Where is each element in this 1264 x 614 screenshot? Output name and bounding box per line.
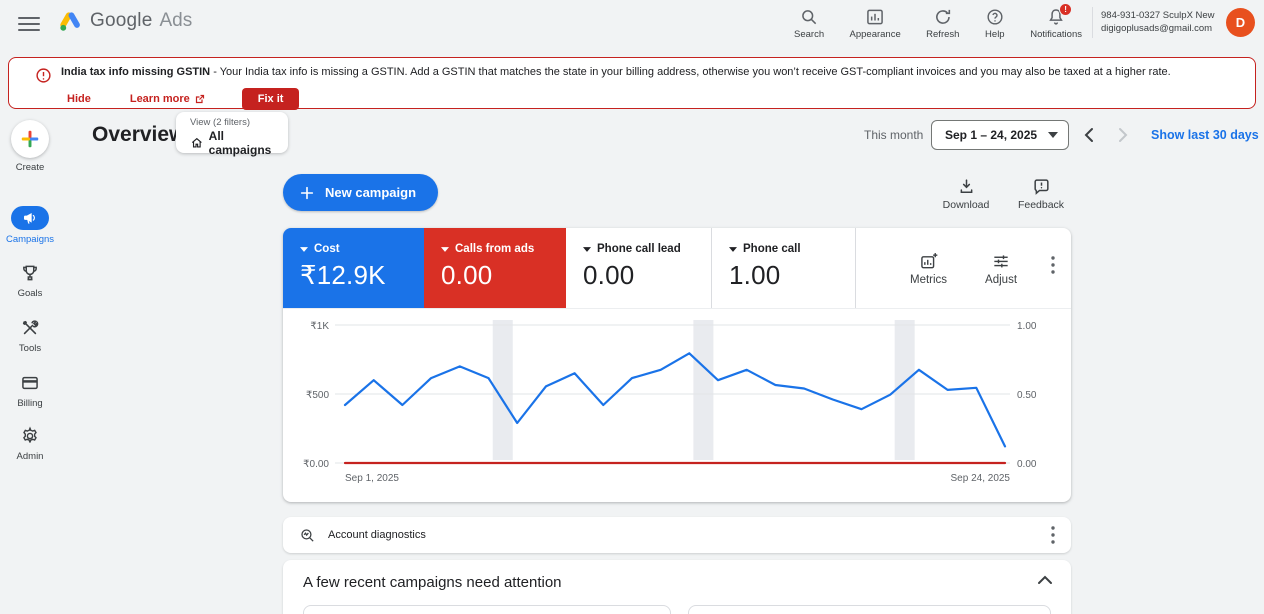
external-link-icon: [195, 94, 204, 103]
banner-title: India tax info missing GSTIN: [61, 66, 211, 78]
caret-down-icon: [583, 246, 591, 252]
caret-down-icon: [729, 246, 737, 252]
trophy-icon: [20, 262, 40, 284]
account-id: 984-931-0327 SculpX New: [1101, 10, 1215, 21]
notifications-button[interactable]: ! Notifications: [1028, 3, 1084, 42]
scorecard-cost[interactable]: Cost ₹12.9K: [283, 228, 424, 308]
adjust-sliders-icon: [994, 254, 1008, 267]
show-last-30-days-link[interactable]: Show last 30 days: [1151, 128, 1259, 142]
campaigns-attention-card: A few recent campaigns need attention: [283, 560, 1071, 614]
search-icon: [799, 7, 819, 27]
scorecard-value: 0.00: [441, 260, 493, 290]
tools-icon: [20, 317, 40, 339]
sidebar-item-create[interactable]: Create: [0, 120, 60, 173]
attention-item-card[interactable]: [688, 605, 1051, 614]
caret-down-icon: [441, 246, 449, 252]
svg-text:Sep 1, 2025: Sep 1, 2025: [345, 473, 399, 484]
svg-text:0.50: 0.50: [1017, 390, 1037, 401]
ads-logo-icon: [60, 12, 80, 31]
logo-text-ads: Ads: [159, 10, 193, 31]
help-icon: [985, 7, 1005, 27]
svg-text:₹500: ₹500: [306, 390, 329, 401]
avatar[interactable]: D: [1226, 8, 1255, 37]
appearance-icon: [865, 7, 885, 27]
filter-scope: All campaigns: [208, 129, 272, 157]
notifications-badge: !: [1059, 3, 1073, 16]
billing-card-icon: [20, 372, 40, 394]
date-range-picker[interactable]: Sep 1 – 24, 2025: [931, 120, 1069, 150]
page-title: Overview: [92, 123, 186, 146]
sidebar-item-goals[interactable]: Goals: [0, 262, 60, 299]
filter-count: View (2 filters): [190, 117, 251, 128]
svg-text:Sep 24, 2025: Sep 24, 2025: [951, 473, 1011, 484]
account-email: digigoplusads@gmail.com: [1101, 23, 1213, 35]
scorecard-value: ₹12.9K: [300, 260, 386, 290]
banner-actions: Hide Learn more Fix it: [59, 87, 300, 110]
plus-icon: [300, 186, 314, 199]
create-plus-icon: [11, 120, 49, 158]
home-icon: [191, 137, 202, 148]
scorecard-row: Cost ₹12.9K Calls from ads 0.00 Phone ca…: [283, 228, 1071, 309]
alert-icon: [35, 67, 52, 84]
attention-title: A few recent campaigns need attention: [303, 574, 562, 591]
logo-text-google: Google: [90, 10, 153, 31]
diagnostics-icon: [301, 528, 314, 542]
chevron-down-icon: [1048, 132, 1058, 138]
performance-line-chart[interactable]: ₹1K ₹500 ₹0.00 1.00 0.50 0.00 Sep 1, 2025 Sep 2…: [283, 309, 1071, 502]
overview-chart-card: Cost ₹12.9K Calls from ads 0.00 Phone ca…: [283, 228, 1071, 502]
kebab-menu-icon[interactable]: [1051, 256, 1055, 274]
kebab-menu-icon[interactable]: [1051, 526, 1055, 544]
previous-period-button[interactable]: [1078, 124, 1100, 146]
adjust-button[interactable]: Adjust: [985, 251, 1017, 286]
help-button[interactable]: Help: [983, 5, 1007, 42]
svg-text:1.00: 1.00: [1017, 321, 1037, 332]
notifications-bell-icon: !: [1046, 3, 1073, 27]
svg-text:₹0.00: ₹0.00: [303, 459, 329, 470]
campaigns-megaphone-icon: [11, 206, 49, 230]
feedback-icon: [1033, 179, 1049, 195]
search-button[interactable]: Search: [792, 5, 826, 42]
new-campaign-button[interactable]: New campaign: [283, 174, 439, 211]
account-diagnostics-card: Account diagnostics: [283, 517, 1071, 553]
account-info[interactable]: 984-931-0327 SculpX New digigoplusads@gm…: [1101, 9, 1223, 36]
chart-toolbar: Metrics Adjust: [856, 228, 1071, 308]
metrics-icon: [920, 252, 937, 268]
svg-text:₹1K: ₹1K: [310, 321, 329, 332]
gear-icon: [20, 425, 40, 447]
sidebar-item-admin[interactable]: Admin: [0, 425, 60, 462]
next-period-button[interactable]: [1112, 124, 1134, 146]
sidebar-item-campaigns[interactable]: Campaigns: [0, 206, 60, 245]
sidebar-item-tools[interactable]: Tools: [0, 317, 60, 354]
refresh-icon: [933, 7, 953, 27]
scorecard-calls-from-ads[interactable]: Calls from ads 0.00: [424, 228, 566, 308]
download-icon: [960, 179, 972, 193]
caret-down-icon: [300, 246, 308, 252]
topbar-divider: [1092, 7, 1093, 38]
sidebar-item-billing[interactable]: Billing: [0, 372, 60, 409]
attention-item-card[interactable]: [303, 605, 671, 614]
banner-message: India tax info missing GSTIN - Your Indi…: [61, 66, 1171, 78]
hide-button[interactable]: Hide: [67, 93, 91, 105]
campaign-filter-chip[interactable]: View (2 filters) All campaigns: [176, 112, 288, 157]
scorecard-phone-call-lead[interactable]: Phone call lead 0.00: [566, 228, 712, 308]
google-ads-logo: Google Ads: [57, 8, 192, 34]
gstin-warning-banner: India tax info missing GSTIN - Your Indi…: [8, 57, 1256, 110]
refresh-button[interactable]: Refresh: [924, 5, 961, 42]
fix-it-button[interactable]: Fix it: [241, 87, 300, 110]
svg-text:0.00: 0.00: [1017, 459, 1037, 470]
topbar-toolbar: Search Appearance Refresh Help ! Notific…: [792, 3, 1084, 42]
metrics-button[interactable]: Metrics: [910, 251, 947, 286]
feedback-button[interactable]: Feedback: [1011, 177, 1071, 211]
diagnostics-title: Account diagnostics: [328, 529, 426, 541]
chevron-up-icon[interactable]: [1037, 574, 1053, 586]
top-bar: Google Ads Search Appearance Refresh Hel…: [0, 0, 1264, 46]
date-scope-label: This month: [864, 128, 924, 142]
scorecard-value: 1.00: [729, 260, 781, 290]
scorecard-phone-call[interactable]: Phone call 1.00: [712, 228, 856, 308]
download-button[interactable]: Download: [936, 177, 996, 211]
appearance-button[interactable]: Appearance: [848, 5, 903, 42]
scorecard-value: 0.00: [583, 260, 635, 290]
learn-more-link[interactable]: Learn more: [130, 93, 206, 105]
menu-icon[interactable]: [18, 13, 40, 31]
